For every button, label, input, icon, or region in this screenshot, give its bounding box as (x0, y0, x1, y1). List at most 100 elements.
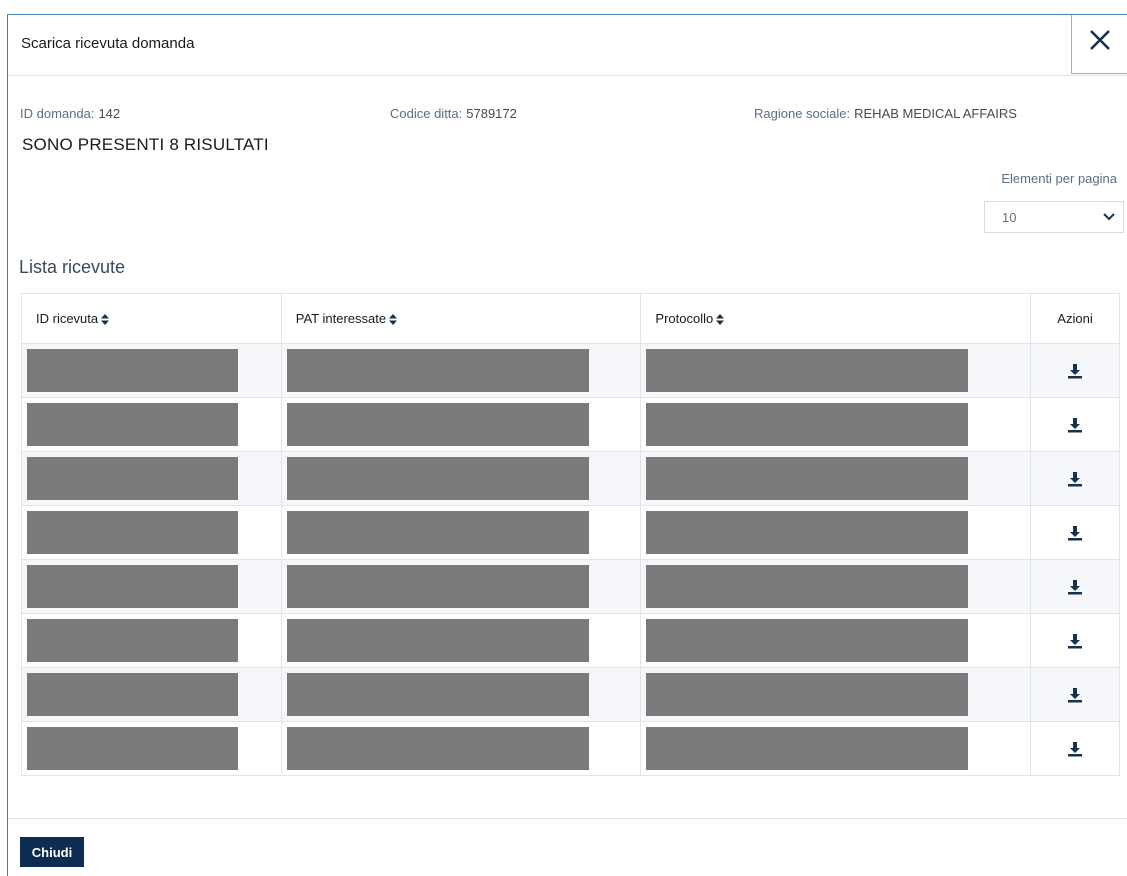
table-cell (280, 343, 642, 398)
close-icon (1090, 30, 1110, 50)
redacted-value (646, 619, 969, 662)
download-icon[interactable] (1065, 361, 1085, 381)
per-page-label: Elementi per pagina (1001, 171, 1117, 186)
sort-icon (716, 314, 725, 326)
per-page-select[interactable]: 10 (984, 201, 1124, 233)
codice-ditta: Codice ditta: 5789172 (390, 106, 517, 121)
redacted-value (286, 565, 589, 608)
redacted-value (286, 727, 589, 770)
table-row (21, 451, 1120, 506)
table-row (21, 613, 1120, 668)
table-cell (640, 451, 1032, 506)
table-cell (21, 559, 282, 614)
table-cell (640, 505, 1032, 560)
column-header-label: ID ricevuta (36, 311, 99, 326)
modal-title: Scarica ricevuta domanda (21, 35, 195, 52)
column-header-label: Azioni (1057, 311, 1093, 326)
redacted-value (27, 511, 238, 554)
table-cell (21, 397, 282, 452)
chiudi-button[interactable]: Chiudi (20, 837, 84, 867)
results-count-title: SONO PRESENTI 8 RISULTATI (22, 135, 269, 154)
download-icon[interactable] (1065, 523, 1085, 543)
actions-cell (1030, 559, 1120, 614)
redacted-value (27, 673, 238, 716)
table-row (21, 667, 1120, 722)
table-cell (280, 721, 642, 776)
table-cell (640, 397, 1032, 452)
redacted-value (27, 349, 238, 392)
redacted-value (646, 565, 969, 608)
table-body (21, 343, 1120, 776)
table-cell (280, 505, 642, 560)
column-header-pat-interessate[interactable]: PAT interessate (280, 293, 642, 344)
table-cell (640, 559, 1032, 614)
redacted-value (27, 619, 238, 662)
redacted-value (286, 511, 589, 554)
download-icon[interactable] (1065, 415, 1085, 435)
actions-cell (1030, 343, 1120, 398)
table-cell (640, 721, 1032, 776)
table-cell (280, 397, 642, 452)
download-icon[interactable] (1065, 685, 1085, 705)
column-header-id-ricevuta[interactable]: ID ricevuta (21, 293, 282, 344)
redacted-value (646, 457, 969, 500)
table-cell (21, 667, 282, 722)
actions-cell (1030, 613, 1120, 668)
redacted-value (646, 511, 969, 554)
table-row (21, 397, 1120, 452)
redacted-value (27, 403, 238, 446)
list-title: Lista ricevute (19, 257, 126, 277)
modal-footer-divider (8, 818, 1127, 819)
redacted-value (646, 727, 969, 770)
id-domanda-value: 142 (98, 106, 121, 121)
download-icon[interactable] (1065, 631, 1085, 651)
actions-cell (1030, 451, 1120, 506)
table-cell (280, 667, 642, 722)
sort-icon (101, 314, 110, 326)
id-domanda: ID domanda: 142 (20, 106, 120, 121)
table-cell (640, 667, 1032, 722)
redacted-value (27, 565, 238, 608)
ragione-sociale-value: REHAB MEDICAL AFFAIRS (854, 106, 1017, 121)
table-cell (21, 613, 282, 668)
chevron-down-icon (1103, 213, 1115, 221)
redacted-value (27, 727, 238, 770)
redacted-value (646, 349, 969, 392)
table-cell (640, 613, 1032, 668)
id-domanda-label: ID domanda: (20, 106, 95, 121)
redacted-value (286, 349, 589, 392)
redacted-value (646, 673, 969, 716)
table-cell (640, 343, 1032, 398)
receipts-table: ID ricevuta PAT interessate Protocollo A… (21, 293, 1120, 776)
column-header-protocollo[interactable]: Protocollo (640, 293, 1032, 344)
column-header-label: PAT interessate (295, 311, 387, 326)
redacted-value (286, 619, 589, 662)
modal-header: Scarica ricevuta domanda (8, 15, 1127, 76)
column-header-label: Protocollo (655, 311, 714, 326)
column-header-azioni: Azioni (1030, 293, 1120, 344)
redacted-value (27, 457, 238, 500)
redacted-value (286, 673, 589, 716)
redacted-value (646, 403, 969, 446)
table-cell (21, 451, 282, 506)
download-icon[interactable] (1065, 739, 1085, 759)
receipt-modal: Scarica ricevuta domanda ID domanda: 142 … (7, 14, 1127, 876)
table-row (21, 343, 1120, 398)
download-icon[interactable] (1065, 469, 1085, 489)
redacted-value (286, 403, 589, 446)
actions-cell (1030, 397, 1120, 452)
table-header-row: ID ricevuta PAT interessate Protocollo A… (21, 293, 1120, 344)
table-row (21, 721, 1120, 776)
codice-ditta-label: Codice ditta: (390, 106, 463, 121)
actions-cell (1030, 505, 1120, 560)
actions-cell (1030, 721, 1120, 776)
download-icon[interactable] (1065, 577, 1085, 597)
close-button[interactable] (1071, 15, 1127, 74)
table-row (21, 505, 1120, 560)
sort-icon (389, 314, 398, 326)
table-cell (21, 721, 282, 776)
table-cell (21, 343, 282, 398)
table-cell (280, 613, 642, 668)
table-cell (280, 451, 642, 506)
ragione-sociale-label: Ragione sociale: (754, 106, 851, 121)
